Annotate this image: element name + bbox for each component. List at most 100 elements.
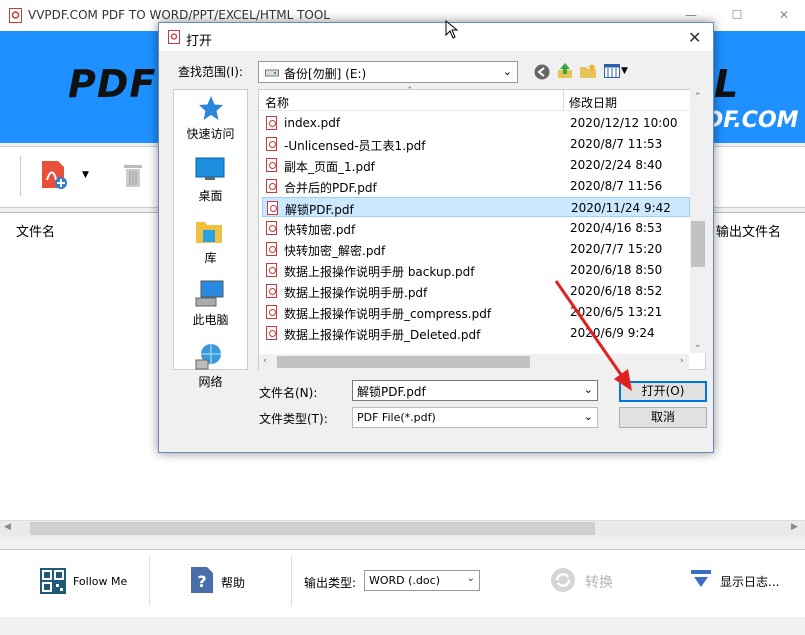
svg-text:?: ? (197, 572, 206, 591)
pdf-file-icon (266, 263, 277, 277)
cancel-button[interactable]: 取消 (619, 407, 707, 428)
maximize-icon[interactable]: ☐ (730, 8, 744, 22)
pdf-file-icon (266, 221, 277, 235)
pdf-file-icon (266, 116, 277, 130)
place-network[interactable]: 网络 (173, 373, 248, 390)
file-date: 2020/4/16 8:53 (570, 221, 663, 235)
file-row[interactable]: index.pdf 2020/12/12 10:00 (262, 113, 690, 133)
quick-access-icon[interactable] (198, 95, 224, 121)
file-name: 解锁PDF.pdf (285, 203, 354, 217)
scroll-left-icon[interactable]: ◀ (4, 522, 11, 532)
scroll-right-icon[interactable]: › (680, 356, 684, 366)
file-name: 数据上报操作说明手册.pdf (284, 286, 428, 300)
vertical-scroll-thumb[interactable] (691, 221, 705, 267)
help-button[interactable]: 帮助 (221, 574, 245, 591)
file-date: 2020/8/7 11:53 (570, 137, 663, 151)
column-output-filename[interactable]: 输出文件名 (716, 221, 781, 240)
file-row[interactable]: -Unlicensed-员工表1.pdf 2020/8/7 11:53 (262, 134, 690, 154)
file-name: -Unlicensed-员工表1.pdf (284, 139, 426, 153)
mouse-cursor-icon (445, 20, 459, 39)
add-pdf-icon[interactable] (40, 160, 68, 190)
column-header-border (259, 110, 689, 111)
network-icon[interactable] (195, 342, 225, 370)
scroll-up-icon[interactable]: ⌃ (694, 92, 702, 102)
main-scroll-thumb[interactable] (30, 522, 595, 535)
column-header-date[interactable]: 修改日期 (569, 94, 617, 111)
show-log-button[interactable]: 显示日志... (720, 573, 779, 590)
close-icon[interactable]: ✕ (777, 8, 791, 22)
file-date: 2020/7/7 15:20 (570, 242, 663, 256)
filetype-label: 文件类型(T): (259, 412, 328, 426)
filetype-select[interactable]: PDF File(*.pdf) ⌄ (352, 407, 598, 428)
pdf-file-icon (266, 284, 277, 298)
help-icon[interactable]: ? (190, 566, 214, 594)
dialog-titlebar (159, 23, 713, 51)
place-desktop[interactable]: 桌面 (173, 187, 248, 204)
scroll-down-icon[interactable]: ⌄ (694, 340, 702, 350)
qrcode-icon[interactable] (40, 568, 66, 594)
minimize-icon[interactable]: — (684, 8, 698, 22)
file-row[interactable]: 快转加密_解密.pdf 2020/7/7 15:20 (262, 239, 690, 259)
file-row[interactable]: 副本_页面_1.pdf 2020/2/24 8:40 (262, 155, 690, 175)
dialog-title: 打开 (186, 34, 213, 49)
convert-icon[interactable] (550, 567, 576, 593)
file-name: 数据上报操作说明手册 backup.pdf (284, 265, 475, 279)
place-library[interactable]: 库 (173, 249, 248, 266)
column-header-name[interactable]: 名称 (265, 94, 289, 111)
bottom-divider (291, 556, 292, 606)
place-quick-access[interactable]: 快速访问 (173, 125, 248, 142)
horizontal-scroll-thumb[interactable] (277, 356, 530, 368)
banner-title-tail: L (714, 62, 739, 106)
file-name: 数据上报操作说明手册_compress.pdf (284, 307, 492, 321)
file-name: 合并后的PDF.pdf (284, 181, 377, 195)
file-date: 2020/11/24 9:42 (571, 201, 671, 215)
pdf-file-icon (266, 305, 277, 319)
view-menu-icon[interactable] (604, 64, 620, 78)
file-name: 快转加密.pdf (284, 223, 356, 237)
file-name: index.pdf (284, 116, 341, 130)
column-header-divider[interactable] (563, 90, 564, 110)
filename-value: 解锁PDF.pdf (357, 385, 426, 399)
output-type-select[interactable]: WORD (.doc) ⌄ (364, 570, 480, 591)
annotation-arrow-icon (554, 280, 632, 391)
output-type-label: 输出类型: (304, 576, 357, 590)
this-pc-icon[interactable] (195, 280, 225, 308)
bottom-divider (149, 556, 150, 606)
pdf-file-icon (266, 179, 277, 193)
app-title: VVPDF.COM PDF TO WORD/PPT/EXCEL/HTML TOO… (28, 8, 330, 22)
output-type-value: WORD (.doc) (369, 574, 440, 587)
scroll-left-icon[interactable]: ‹ (263, 356, 267, 366)
file-name: 副本_页面_1.pdf (284, 160, 375, 174)
column-filename[interactable]: 文件名 (16, 221, 55, 240)
chevron-down-icon: ⌄ (502, 65, 512, 78)
delete-icon[interactable] (122, 162, 144, 188)
file-row-selected[interactable]: 解锁PDF.pdf 2020/11/24 9:42 (262, 197, 690, 217)
app-pdf-icon (9, 8, 22, 23)
chevron-down-icon: ⌄ (583, 410, 593, 423)
pdf-file-icon (266, 326, 277, 340)
toolbar-divider (20, 156, 21, 196)
file-row[interactable]: 合并后的PDF.pdf 2020/8/7 11:56 (262, 176, 690, 196)
file-date: 2020/2/24 8:40 (570, 158, 663, 172)
convert-button[interactable]: 转换 (585, 572, 613, 592)
scroll-right-icon[interactable]: ▶ (791, 522, 798, 532)
pdf-file-icon (266, 242, 277, 256)
filename-label: 文件名(N): (259, 386, 318, 400)
follow-me-button[interactable]: Follow Me (73, 575, 127, 588)
back-icon[interactable] (534, 64, 550, 80)
new-folder-icon[interactable] (579, 63, 597, 79)
log-icon[interactable] (690, 569, 712, 589)
dialog-close-icon[interactable]: ✕ (688, 28, 701, 47)
dialog-pdf-icon (168, 30, 180, 44)
add-dropdown-icon[interactable]: ▼ (82, 170, 89, 180)
chevron-down-icon: ⌄ (466, 573, 475, 584)
file-name: 数据上报操作说明手册_Deleted.pdf (284, 328, 481, 342)
sort-up-icon: ⌃ (406, 86, 414, 96)
pdf-file-icon (267, 201, 278, 215)
place-this-pc[interactable]: 此电脑 (173, 311, 248, 328)
up-folder-icon[interactable] (556, 62, 574, 80)
view-dropdown-icon[interactable]: ▼ (621, 66, 628, 76)
library-icon[interactable] (195, 218, 223, 244)
desktop-icon[interactable] (195, 157, 225, 181)
file-row[interactable]: 快转加密.pdf 2020/4/16 8:53 (262, 218, 690, 238)
